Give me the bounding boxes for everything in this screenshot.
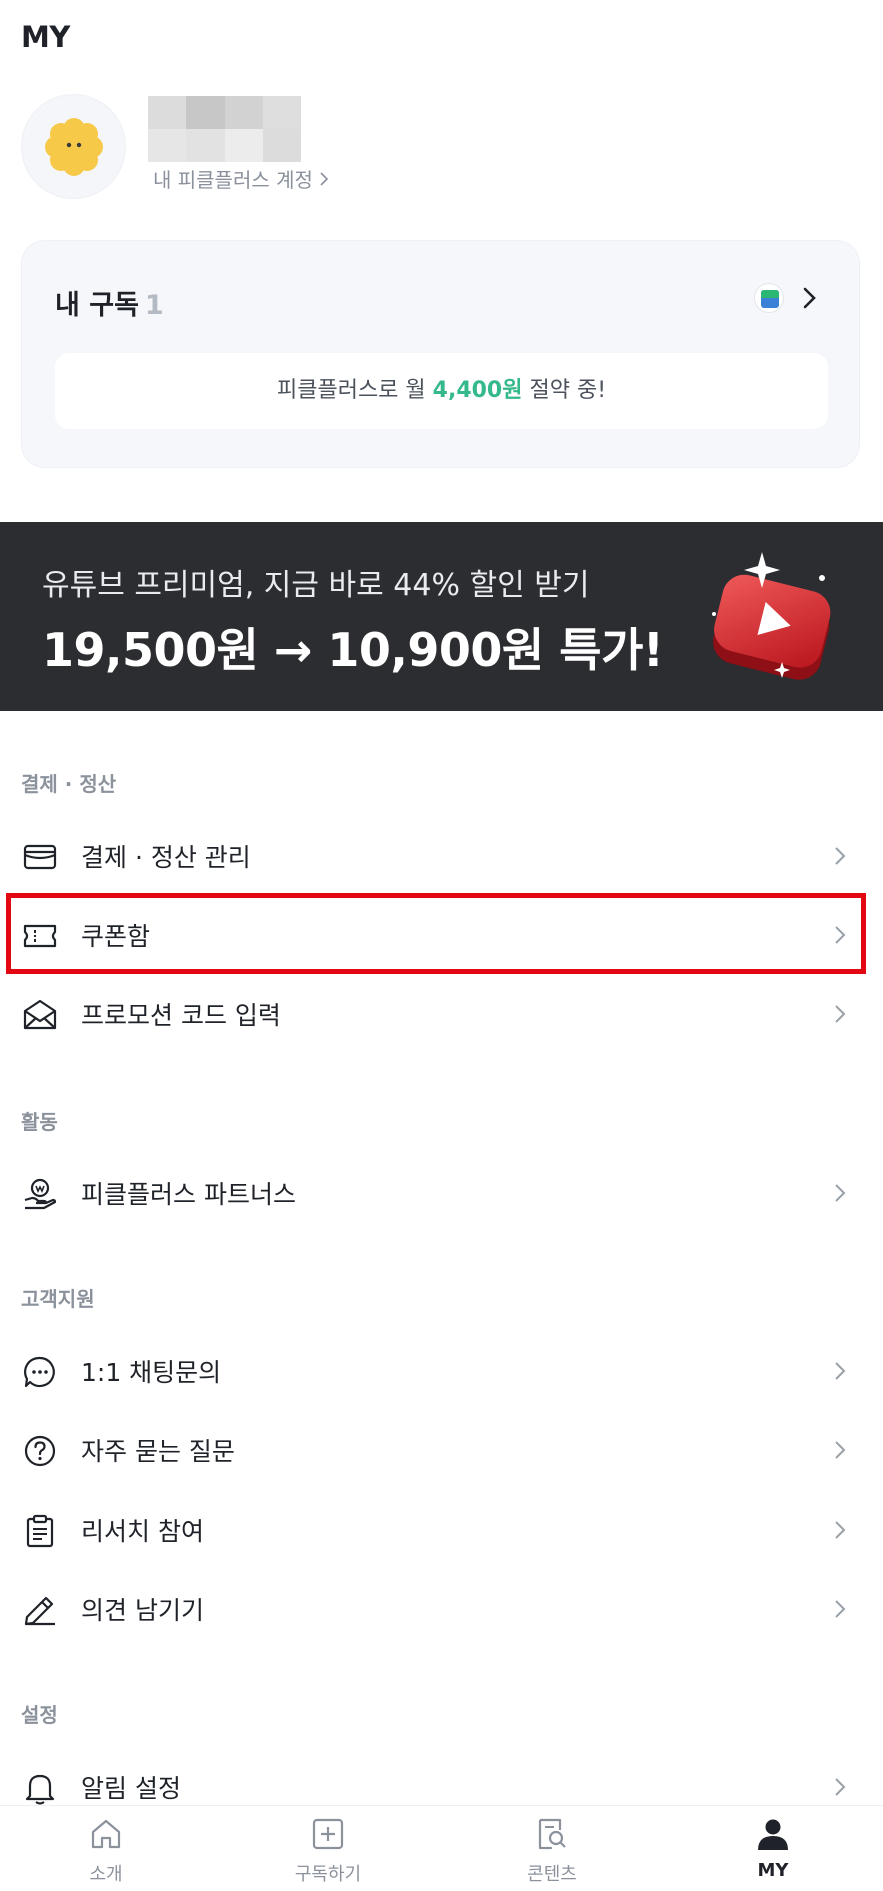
nav-tab-intro[interactable]: 소개 bbox=[31, 1806, 181, 1891]
banner-subtitle: 유튜브 프리미엄, 지금 바로 44% 할인 받기 bbox=[42, 568, 590, 603]
section-label-support: 고객지원 bbox=[21, 1287, 95, 1311]
ticket-icon bbox=[23, 924, 57, 948]
document-search-icon bbox=[538, 1818, 566, 1850]
menu-item-label: 자주 묻는 질문 bbox=[81, 1437, 235, 1466]
menu-item-label: 피클플러스 파트너스 bbox=[81, 1180, 296, 1209]
savings-box: 피클플러스로 월 4,400원 절약 중! bbox=[55, 353, 828, 429]
flower-face-icon bbox=[45, 118, 103, 176]
chevron-right-icon bbox=[835, 1441, 846, 1459]
nav-label: MY bbox=[757, 1860, 789, 1881]
subscription-card[interactable]: 내 구독 1 피클플러스로 월 4,400원 절약 중! bbox=[21, 240, 860, 468]
section-label-payment: 결제 · 정산 bbox=[21, 772, 117, 796]
menu-item-research[interactable]: 리서치 참여 bbox=[0, 1491, 883, 1569]
menu-item-promo-code[interactable]: 프로모션 코드 입력 bbox=[0, 975, 883, 1053]
pencil-icon bbox=[24, 1596, 55, 1626]
chevron-right-icon bbox=[835, 1005, 846, 1023]
chevron-right-icon bbox=[835, 926, 846, 944]
promo-banner[interactable]: 유튜브 프리미엄, 지금 바로 44% 할인 받기 19,500원 → 10,9… bbox=[0, 522, 883, 711]
section-label-activity: 활동 bbox=[21, 1110, 58, 1134]
menu-item-payment-management[interactable]: 결제 · 정산 관리 bbox=[0, 817, 883, 895]
nav-tab-contents[interactable]: 콘텐츠 bbox=[477, 1806, 627, 1891]
avatar[interactable] bbox=[21, 94, 126, 199]
blurred-username bbox=[148, 96, 301, 162]
question-circle-icon bbox=[24, 1435, 56, 1467]
account-link-label: 내 피클플러스 계정 bbox=[153, 168, 313, 192]
section-label-settings: 설정 bbox=[21, 1703, 58, 1727]
chevron-right-icon bbox=[835, 1362, 846, 1380]
menu-item-label: 결제 · 정산 관리 bbox=[81, 843, 251, 872]
nav-tab-my[interactable]: MY bbox=[698, 1806, 848, 1891]
nav-label: 구독하기 bbox=[294, 1864, 362, 1885]
menu-item-faq[interactable]: 자주 묻는 질문 bbox=[0, 1411, 883, 1489]
menu-item-feedback[interactable]: 의견 남기기 bbox=[0, 1570, 883, 1648]
menu-item-label: 1:1 채팅문의 bbox=[81, 1358, 222, 1387]
savings-prefix: 피클플러스로 월 bbox=[276, 378, 433, 403]
bell-icon bbox=[25, 1774, 55, 1805]
chevron-right-icon bbox=[835, 847, 846, 865]
chevron-right-icon bbox=[835, 1521, 846, 1539]
subscription-title: 내 구독 1 bbox=[55, 283, 164, 322]
chevron-right-icon bbox=[835, 1184, 846, 1202]
menu-item-label: 리서치 참여 bbox=[81, 1517, 204, 1546]
menu-item-label: 쿠폰함 bbox=[81, 922, 151, 951]
youtube-play-icon bbox=[712, 552, 831, 680]
wallet-icon bbox=[23, 844, 57, 870]
menu-item-chat-inquiry[interactable]: 1:1 채팅문의 bbox=[0, 1332, 883, 1410]
profile-section: 내 피클플러스 계정 bbox=[21, 94, 621, 204]
service-logo-icon bbox=[754, 283, 784, 313]
menu-item-label: 프로모션 코드 입력 bbox=[81, 1001, 281, 1030]
chevron-right-icon bbox=[320, 171, 329, 186]
nav-tab-subscribe[interactable]: 구독하기 bbox=[253, 1806, 403, 1891]
menu-item-coupon-box[interactable]: 쿠폰함 bbox=[0, 896, 883, 974]
chevron-right-icon[interactable] bbox=[801, 283, 819, 313]
hand-coin-icon bbox=[24, 1178, 57, 1210]
user-icon bbox=[758, 1819, 788, 1850]
chevron-right-icon bbox=[835, 1778, 846, 1796]
plus-square-icon bbox=[312, 1818, 344, 1850]
menu-item-label: 의견 남기기 bbox=[81, 1596, 204, 1625]
chevron-right-icon bbox=[835, 1600, 846, 1618]
clipboard-icon bbox=[26, 1514, 54, 1548]
subscription-count: 1 bbox=[144, 290, 164, 321]
nav-label: 콘텐츠 bbox=[527, 1864, 577, 1885]
envelope-icon bbox=[23, 999, 57, 1030]
savings-amount: 4,400원 bbox=[432, 378, 523, 403]
savings-suffix: 절약 중! bbox=[522, 378, 607, 403]
menu-item-partners[interactable]: 피클플러스 파트너스 bbox=[0, 1154, 883, 1232]
chat-bubble-icon bbox=[24, 1356, 55, 1388]
bottom-nav: 소개 구독하기 콘텐츠 MY bbox=[0, 1805, 883, 1891]
nav-label: 소개 bbox=[89, 1864, 123, 1885]
subscription-title-text: 내 구독 bbox=[55, 290, 139, 321]
menu-item-label: 알림 설정 bbox=[81, 1774, 181, 1803]
page-title: MY bbox=[21, 20, 70, 54]
home-icon bbox=[91, 1819, 121, 1849]
banner-headline: 19,500원 → 10,900원 특가! bbox=[42, 623, 664, 677]
account-link[interactable]: 내 피클플러스 계정 bbox=[153, 164, 329, 193]
